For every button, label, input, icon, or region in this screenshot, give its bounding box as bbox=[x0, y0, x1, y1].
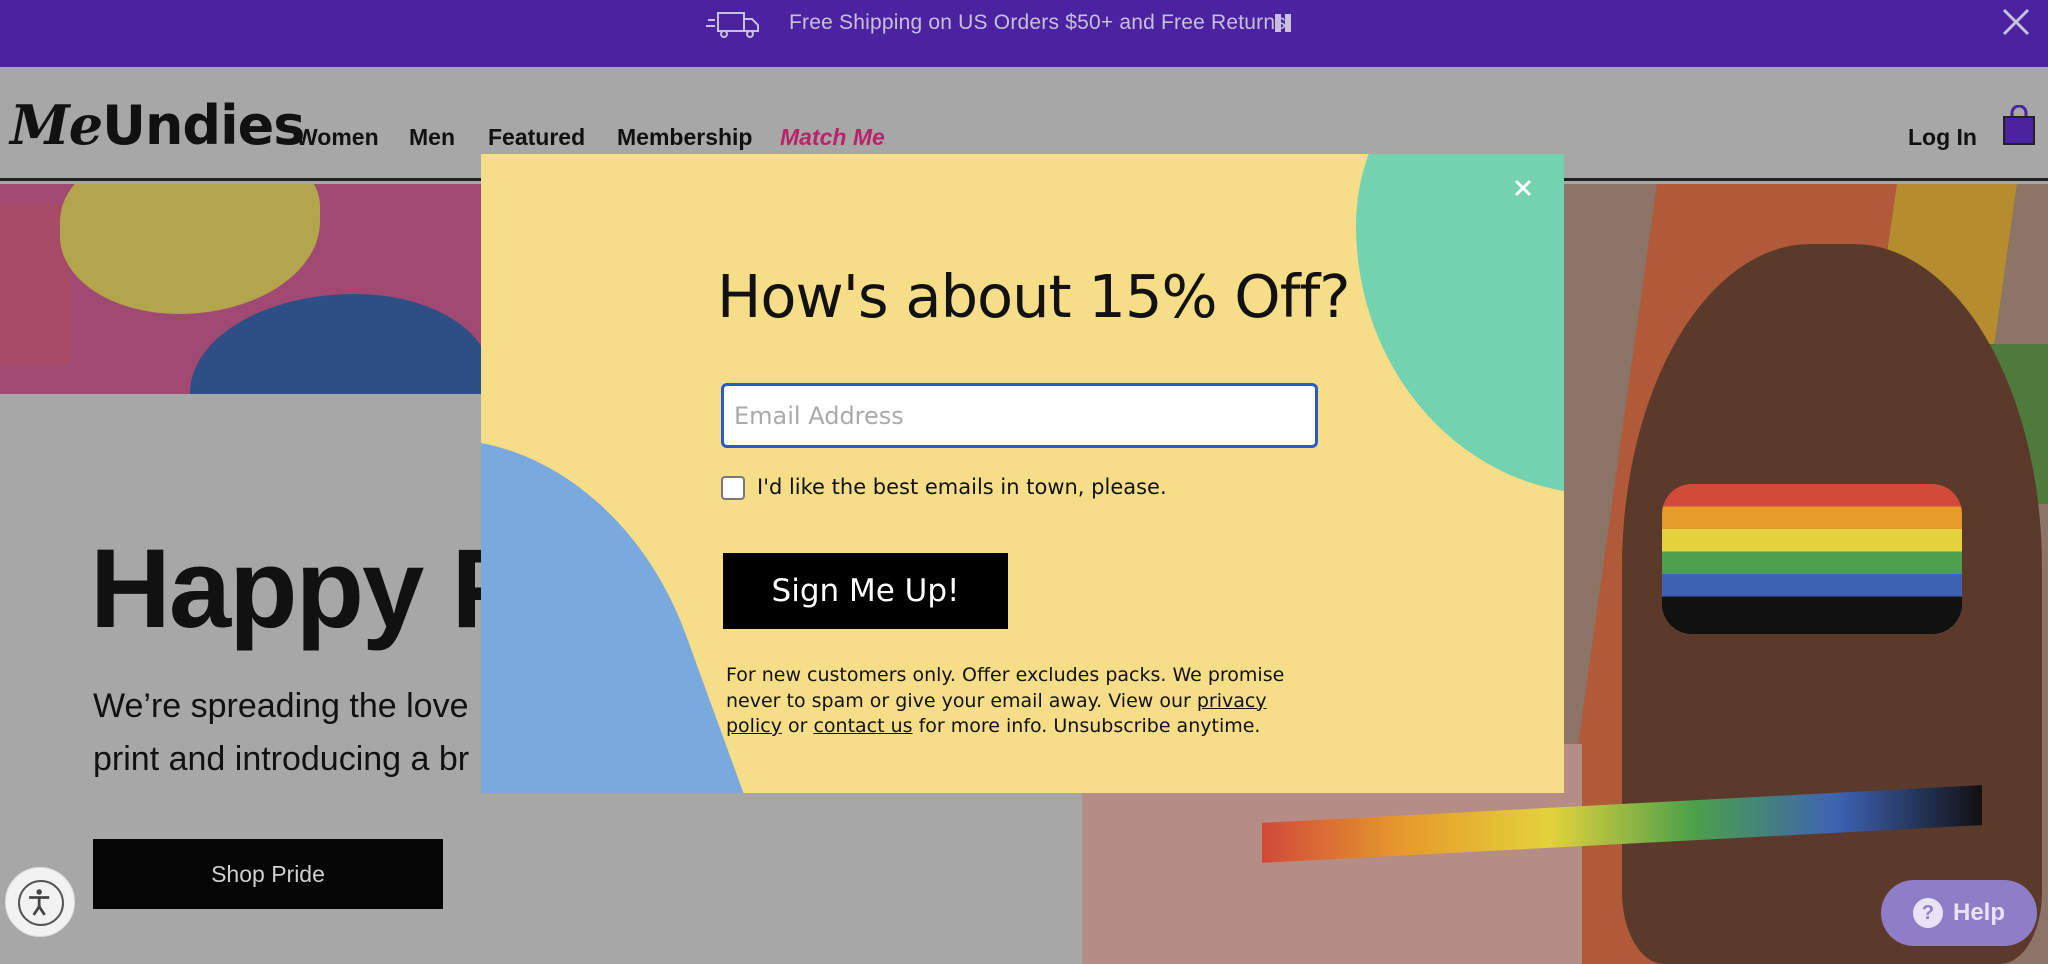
emails-checkbox-label[interactable]: I'd like the best emails in town, please… bbox=[757, 475, 1167, 499]
nav-women[interactable]: Women bbox=[296, 124, 379, 151]
emails-checkbox[interactable] bbox=[721, 476, 745, 500]
nav-match-me[interactable]: Match Me bbox=[780, 124, 885, 151]
decor-blue-blob bbox=[481, 374, 749, 793]
nav-featured[interactable]: Featured bbox=[488, 124, 585, 151]
pause-icon[interactable] bbox=[1273, 14, 1293, 32]
logo-me: Me bbox=[10, 93, 103, 157]
discount-modal: How's about 15% Off? I'd like the best e… bbox=[481, 154, 1564, 793]
fine-print-text-2: or bbox=[781, 715, 814, 737]
login-link[interactable]: Log In bbox=[1908, 124, 1977, 151]
hero-art bbox=[0, 184, 482, 394]
logo-undies: Undies bbox=[102, 94, 305, 157]
help-button[interactable]: ? Help bbox=[1881, 880, 2037, 946]
hero-subtitle-line-1: We’re spreading the love bbox=[93, 687, 469, 725]
nav-men[interactable]: Men bbox=[409, 124, 455, 151]
logo[interactable]: MeUndies bbox=[10, 93, 305, 157]
modal-close-icon[interactable] bbox=[1506, 171, 1540, 205]
hero-subtitle-line-2: print and introducing a br bbox=[93, 740, 470, 778]
hero-subtitle: We’re spreading the love print and intro… bbox=[93, 680, 493, 786]
close-icon[interactable] bbox=[2002, 8, 2030, 36]
announcement-text: Free Shipping on US Orders $50+ and Free… bbox=[789, 11, 1286, 34]
sign-up-button[interactable]: Sign Me Up! bbox=[723, 553, 1008, 629]
fine-print: For new customers only. Offer excludes p… bbox=[726, 663, 1296, 740]
announcement-bar: Free Shipping on US Orders $50+ and Free… bbox=[0, 0, 2048, 67]
fine-print-text-3: for more info. Unsubscribe anytime. bbox=[912, 715, 1261, 737]
contact-us-link[interactable]: contact us bbox=[813, 715, 912, 737]
accessibility-button[interactable] bbox=[5, 867, 75, 937]
modal-heading: How's about 15% Off? bbox=[717, 262, 1351, 331]
question-icon: ? bbox=[1912, 898, 1943, 928]
help-label: Help bbox=[1952, 899, 2005, 926]
accessibility-icon bbox=[18, 880, 64, 926]
truck-icon bbox=[706, 12, 759, 38]
email-field[interactable] bbox=[721, 383, 1318, 448]
shop-pride-button[interactable]: Shop Pride bbox=[93, 839, 443, 909]
bag-icon[interactable] bbox=[2003, 105, 2035, 145]
nav-membership[interactable]: Membership bbox=[617, 124, 752, 151]
decor-green-blob bbox=[1356, 154, 1564, 494]
